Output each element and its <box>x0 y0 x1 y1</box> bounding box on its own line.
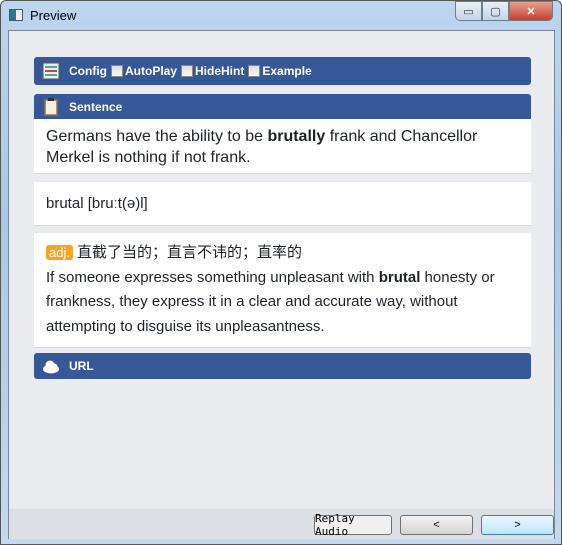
sentence-header: Sentence <box>34 94 531 119</box>
word-phonetic: brutal [bruːt(ə)l] <box>46 195 148 212</box>
url-header[interactable]: URL <box>34 353 531 379</box>
previous-button[interactable]: < <box>400 515 473 535</box>
app-icon <box>9 9 23 21</box>
chinese-meaning: 直截了当的；直言不讳的；直率的 <box>76 244 302 261</box>
client-area: Config AutoPlay HideHint Example Sentenc… <box>8 30 555 539</box>
example-label: Example <box>262 64 312 78</box>
url-label: URL <box>69 359 94 373</box>
pos-badge: adj. <box>46 245 73 260</box>
config-icon <box>42 62 60 80</box>
sentence-text: Germans have the ability to be <box>46 128 268 145</box>
window-title: Preview <box>30 8 77 23</box>
bottom-bar: Replay Audio < > <box>9 509 554 539</box>
word-card: brutal [bruːt(ə)l] <box>34 182 531 226</box>
replay-audio-button[interactable]: Replay Audio <box>314 512 392 538</box>
definition-text: If someone expresses something unpleasan… <box>46 268 379 286</box>
clipboard-icon <box>42 97 60 116</box>
autoplay-label: AutoPlay <box>125 64 178 78</box>
definition-card: adj. 直截了当的；直言不讳的；直率的 If someone expresses… <box>34 233 531 348</box>
sentence-label: Sentence <box>69 99 123 114</box>
next-button[interactable]: > <box>481 515 554 535</box>
config-header: Config AutoPlay HideHint Example <box>34 57 531 85</box>
close-button[interactable]: ✕ <box>509 1 553 21</box>
definition-highlight: brutal <box>378 268 421 286</box>
minimize-button[interactable]: ▭ <box>455 1 482 21</box>
maximize-button[interactable]: ▢ <box>482 1 509 21</box>
sentence-highlight: brutally <box>267 128 326 145</box>
example-checkbox[interactable]: Example <box>248 64 312 78</box>
hidehint-checkbox[interactable]: HideHint <box>181 64 244 78</box>
cloud-icon <box>42 357 60 375</box>
autoplay-checkbox[interactable]: AutoPlay <box>111 64 177 78</box>
sentence-card: Germans have the ability to be brutally … <box>34 119 531 174</box>
preview-window: Preview ▭ ▢ ✕ Config AutoPlay HideHint E… <box>0 0 562 545</box>
hidehint-label: HideHint <box>195 64 245 78</box>
config-label: Config <box>69 64 107 78</box>
